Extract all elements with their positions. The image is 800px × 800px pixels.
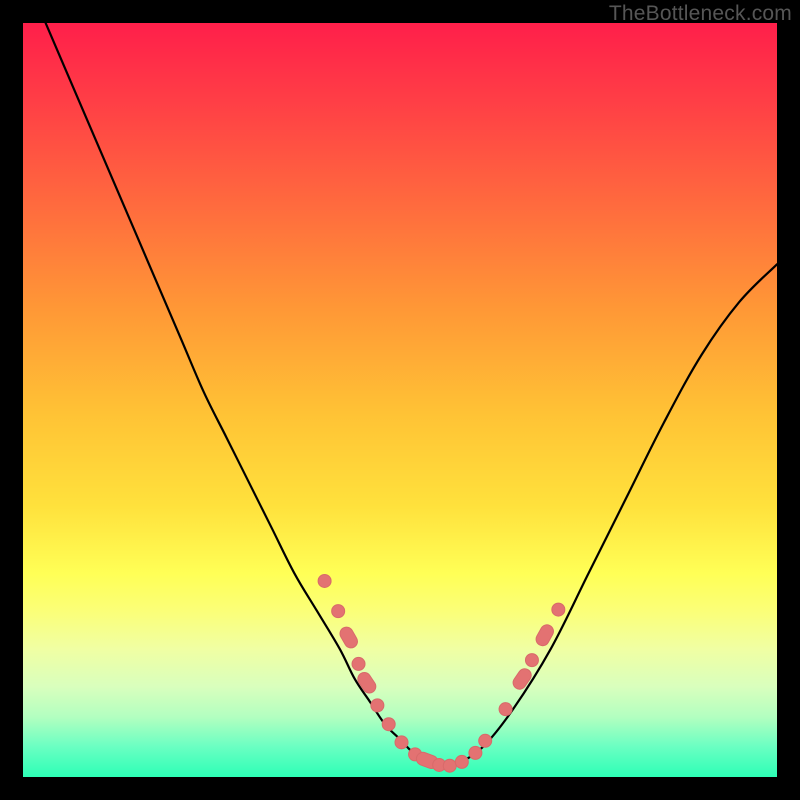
curve-marker-dot bbox=[525, 654, 538, 667]
curve-marker-lozenge bbox=[355, 670, 378, 696]
curve-marker-lozenge bbox=[511, 666, 534, 691]
curve-layer bbox=[23, 23, 777, 777]
curve-marker-dot bbox=[552, 603, 565, 616]
curve-marker-lozenge bbox=[338, 625, 360, 651]
chart-frame: TheBottleneck.com bbox=[0, 0, 800, 800]
curve-marker-dot bbox=[499, 703, 512, 716]
plot-area bbox=[23, 23, 777, 777]
curve-marker-dot bbox=[318, 574, 331, 587]
curve-marker-dot bbox=[455, 755, 468, 768]
curve-marker-dot bbox=[469, 746, 482, 759]
curve-marker-dot bbox=[443, 759, 456, 772]
curve-marker-dot bbox=[382, 718, 395, 731]
curve-markers bbox=[318, 574, 565, 772]
curve-marker-dot bbox=[332, 605, 345, 618]
curve-marker-dot bbox=[479, 734, 492, 747]
curve-marker-dot bbox=[371, 699, 384, 712]
curve-marker-dot bbox=[395, 736, 408, 749]
curve-marker-dot bbox=[352, 657, 365, 670]
watermark-text: TheBottleneck.com bbox=[609, 2, 792, 26]
bottleneck-curve-path bbox=[46, 23, 777, 766]
